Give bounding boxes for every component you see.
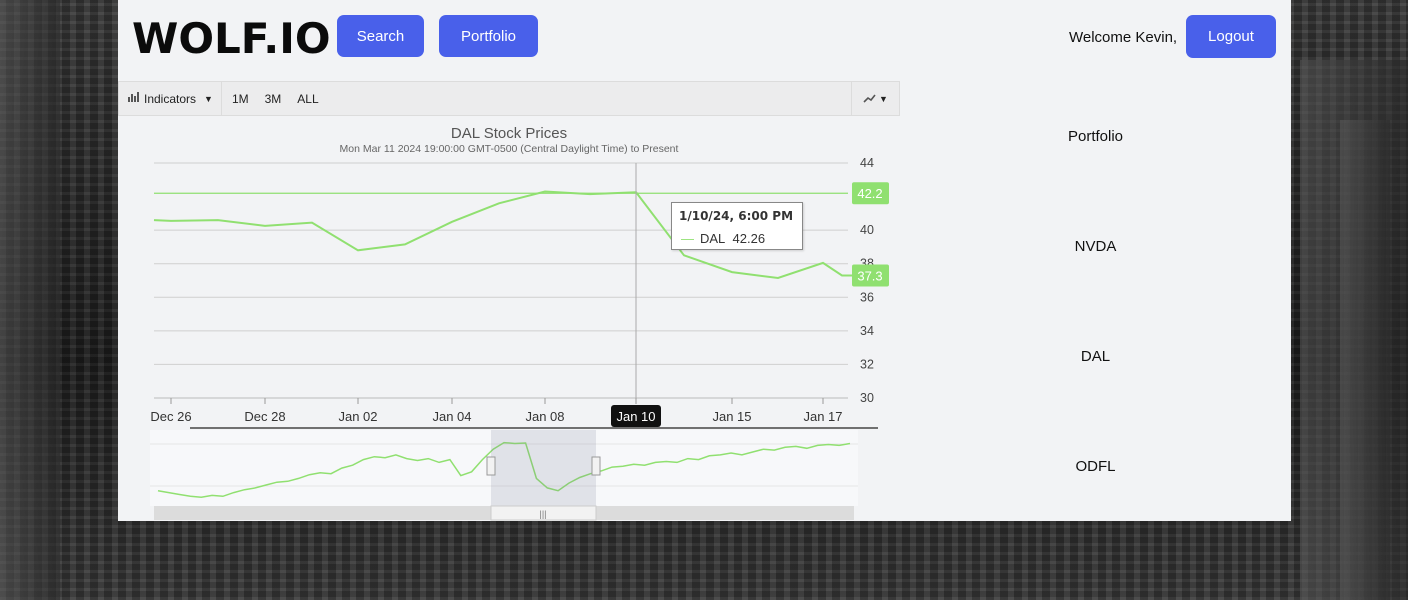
indicators-dropdown[interactable]: Indicators ▼ xyxy=(119,91,221,106)
x-tick-label: Dec 28 xyxy=(244,409,285,424)
tooltip-date: 1/10/24, 6:00 PM xyxy=(679,209,794,223)
chart-type-dropdown[interactable]: ▼ xyxy=(851,82,899,115)
x-tick-label: Dec 26 xyxy=(150,409,191,424)
sidebar-title: Portfolio xyxy=(1067,128,1124,145)
y-tick-label: 36 xyxy=(860,290,874,304)
welcome-text: Welcome Kevin, xyxy=(1069,29,1178,46)
tooltip-series: DAL xyxy=(700,231,726,246)
chart-toolbar: Indicators ▼ 1M 3M ALL ▼ xyxy=(118,81,900,116)
navigator-handle-left xyxy=(486,456,496,476)
search-button[interactable]: Search xyxy=(337,15,424,57)
scrollbar-grip-icon: ||| xyxy=(539,509,546,519)
line-chart-icon xyxy=(863,92,876,106)
range-1m-button[interactable]: 1M xyxy=(222,92,257,106)
y-tick-label: 40 xyxy=(860,223,874,237)
y-tick-label: 44 xyxy=(860,156,874,170)
stock-chart[interactable]: DAL Stock PricesMon Mar 11 2024 19:00:00… xyxy=(118,116,908,521)
y-tick-label: 32 xyxy=(860,357,874,371)
logo: WOLF.IO xyxy=(132,14,331,63)
indicators-label: Indicators xyxy=(144,91,197,106)
x-tick-label: Jan 04 xyxy=(432,409,471,424)
range-all-button[interactable]: ALL xyxy=(289,92,326,106)
x-tick-label: Jan 08 xyxy=(525,409,564,424)
price-tooltip: 1/10/24, 6:00 PM — DAL 42.26 xyxy=(671,202,803,250)
navigator-selection xyxy=(491,430,596,506)
chart-subtitle: Mon Mar 11 2024 19:00:00 GMT-0500 (Centr… xyxy=(340,143,679,155)
sidebar-item-nvda[interactable]: NVDA xyxy=(1018,238,1173,255)
sidebar-item-dal[interactable]: DAL xyxy=(1018,348,1173,365)
app-panel: WOLF.IO Search Portfolio Welcome Kevin, … xyxy=(118,0,1291,521)
caret-down-icon: ▼ xyxy=(204,93,213,104)
tooltip-value: 42.26 xyxy=(732,231,766,246)
x-tick-label: Jan 10 xyxy=(616,409,655,424)
logout-button[interactable]: Logout xyxy=(1186,15,1276,58)
chart-title: DAL Stock Prices xyxy=(451,125,567,142)
tooltip-value-row: — DAL 42.26 xyxy=(681,231,766,246)
navigator-handle-right xyxy=(591,456,601,476)
bar-chart-icon xyxy=(127,91,140,106)
x-tick-label: Jan 17 xyxy=(803,409,842,424)
x-tick-label: Jan 15 xyxy=(712,409,751,424)
caret-down-icon: ▼ xyxy=(879,93,888,104)
y-tick-label: 34 xyxy=(860,324,874,338)
portfolio-button[interactable]: Portfolio xyxy=(439,15,538,57)
x-tick-label: Jan 02 xyxy=(338,409,377,424)
sidebar-item-odfl[interactable]: ODFL xyxy=(1018,458,1173,475)
price-label: 42.2 xyxy=(857,186,882,201)
y-tick-label: 30 xyxy=(860,391,874,405)
range-3m-button[interactable]: 3M xyxy=(257,92,290,106)
price-label: 37.3 xyxy=(857,268,882,283)
